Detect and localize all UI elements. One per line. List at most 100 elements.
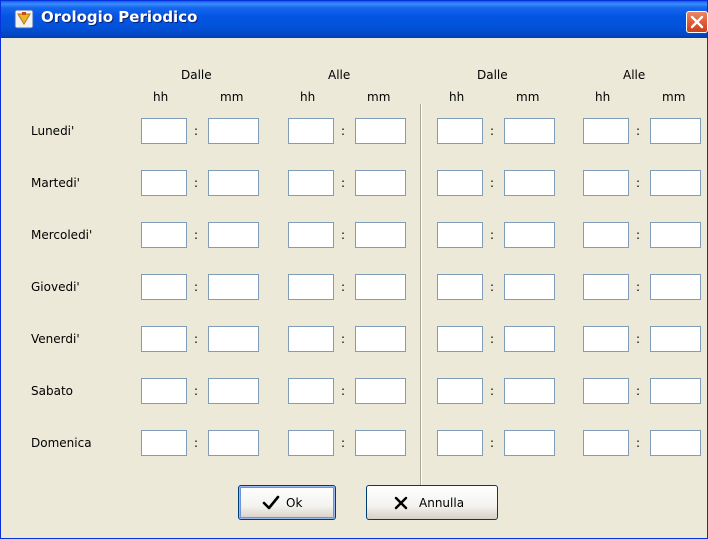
time-separator: : [194,228,199,242]
mm-header-3: mm [516,90,540,104]
minute-field[interactable] [208,274,259,300]
day-label-4: Giovedi' [31,280,80,294]
hour-field[interactable] [288,222,334,248]
time-separator: : [341,332,346,346]
minute-field[interactable] [208,222,259,248]
group-header-3: Dalle [477,68,508,82]
time-separator: : [490,384,495,398]
hour-field[interactable] [583,430,629,456]
close-button[interactable] [686,11,708,33]
minute-field[interactable] [504,222,555,248]
hour-field[interactable] [583,326,629,352]
minute-field[interactable] [355,274,406,300]
hour-field[interactable] [583,378,629,404]
time-separator: : [490,176,495,190]
title-bar[interactable]: Orologio Periodico [1,1,708,38]
time-separator: : [194,436,199,450]
hour-field[interactable] [141,170,187,196]
hour-field[interactable] [141,274,187,300]
time-separator: : [636,384,641,398]
time-separator: : [341,280,346,294]
minute-field[interactable] [208,430,259,456]
hour-field[interactable] [141,118,187,144]
time-separator: : [490,436,495,450]
minute-field[interactable] [355,378,406,404]
hour-field[interactable] [437,118,483,144]
minute-field[interactable] [504,378,555,404]
time-separator: : [490,332,495,346]
minute-field[interactable] [650,222,701,248]
minute-field[interactable] [208,378,259,404]
day-label-7: Domenica [31,436,92,450]
time-separator: : [636,436,641,450]
minute-field[interactable] [355,326,406,352]
hour-field[interactable] [583,222,629,248]
group-header-1: Dalle [181,68,212,82]
group-header-4: Alle [623,68,646,82]
minute-field[interactable] [208,170,259,196]
day-label-2: Martedi' [31,176,80,190]
hour-field[interactable] [288,274,334,300]
hour-field[interactable] [288,326,334,352]
checkmark-icon [262,495,280,510]
hour-field[interactable] [288,170,334,196]
hh-header-3: hh [449,90,465,104]
day-label-6: Sabato [31,384,73,398]
time-separator: : [341,228,346,242]
time-separator: : [341,384,346,398]
minute-field[interactable] [504,274,555,300]
day-label-5: Venerdi' [31,332,80,346]
minute-field[interactable] [504,430,555,456]
day-label-1: Lunedi' [31,124,75,138]
close-icon [690,15,704,29]
hour-field[interactable] [583,274,629,300]
hour-field[interactable] [437,274,483,300]
minute-field[interactable] [504,326,555,352]
hour-field[interactable] [583,170,629,196]
time-separator: : [636,228,641,242]
minute-field[interactable] [504,118,555,144]
minute-field[interactable] [355,118,406,144]
minute-field[interactable] [650,378,701,404]
hour-field[interactable] [141,430,187,456]
ok-button-label: Ok [286,496,303,510]
hour-field[interactable] [437,222,483,248]
hh-header-4: hh [595,90,611,104]
minute-field[interactable] [650,170,701,196]
hour-field[interactable] [437,378,483,404]
time-separator: : [194,176,199,190]
hour-field[interactable] [288,430,334,456]
hour-field[interactable] [437,326,483,352]
minute-field[interactable] [355,222,406,248]
ok-button[interactable]: Ok [238,485,336,520]
hour-field[interactable] [437,430,483,456]
minute-field[interactable] [504,170,555,196]
minute-field[interactable] [650,430,701,456]
cancel-button[interactable]: Annulla [366,485,498,520]
minute-field[interactable] [355,430,406,456]
minute-field[interactable] [208,326,259,352]
hour-field[interactable] [437,170,483,196]
hour-field[interactable] [583,118,629,144]
hour-field[interactable] [288,118,334,144]
hh-header-2: hh [300,90,316,104]
group-header-2: Alle [328,68,351,82]
time-separator: : [636,332,641,346]
schedule-panel: Dalle hh mm Alle hh mm Dalle hh mm Alle hh mm Luned… [1,38,707,538]
minute-field[interactable] [208,118,259,144]
hour-field[interactable] [141,326,187,352]
minute-field[interactable] [650,326,701,352]
hour-field[interactable] [288,378,334,404]
orologio-periodico-window: Orologio Periodico Dalle hh mm Alle hh mm Dall… [0,0,708,539]
hour-field[interactable] [141,378,187,404]
minute-field[interactable] [650,274,701,300]
time-separator: : [490,280,495,294]
minute-field[interactable] [650,118,701,144]
window-title: Orologio Periodico [41,8,198,26]
time-separator: : [341,124,346,138]
clock-app-icon [14,9,34,29]
hour-field[interactable] [141,222,187,248]
minute-field[interactable] [355,170,406,196]
time-separator: : [194,384,199,398]
time-separator: : [636,124,641,138]
